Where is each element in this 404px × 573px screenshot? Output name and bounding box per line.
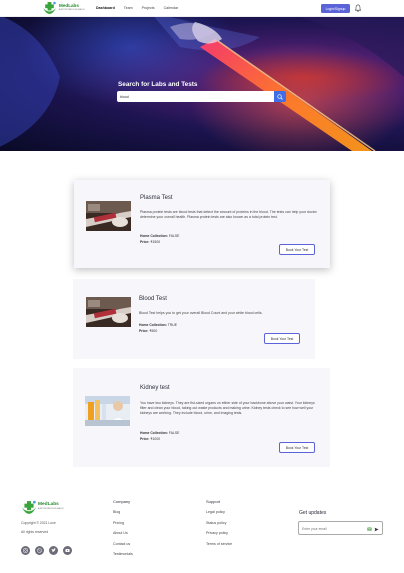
price: Price: ₹1500 <box>140 240 160 244</box>
footer-link-testimonials[interactable]: Testimonials <box>113 552 133 556</box>
home-collection-value: FALSE <box>168 234 180 238</box>
support-heading: Support <box>206 499 221 504</box>
price-value: ₹1500 <box>150 240 161 244</box>
book-test-button[interactable]: Book Your Test <box>264 333 300 344</box>
send-icon <box>374 527 379 531</box>
subscribe-button[interactable] <box>367 525 379 533</box>
footer-link-terms-of-service[interactable]: Terms of service <box>206 542 232 546</box>
card-description: You have two kidneys. They are fist-size… <box>140 401 315 416</box>
price: Price: ₹1000 <box>140 437 160 441</box>
home-collection-label: Home Collection: <box>140 431 168 435</box>
book-test-button[interactable]: Book Your Test <box>279 442 315 453</box>
home-collection: Home Collection: FALSE <box>140 234 179 238</box>
test-card-plasma: Plasma Test Plasma protein tests are blo… <box>74 180 330 268</box>
footer-link-privacy-policy[interactable]: Privacy policy <box>206 531 228 535</box>
nav-link-projects[interactable]: Projects <box>142 6 155 10</box>
search-button[interactable] <box>274 91 286 102</box>
home-collection: Home Collection: TRUE <box>139 323 177 327</box>
price-value: ₹1000 <box>150 437 161 441</box>
hero-banner: Search for Labs and Tests <box>0 17 404 151</box>
plasma-test-image <box>86 201 131 231</box>
hero-title: Search for Labs and Tests <box>118 81 198 88</box>
test-card-kidney: Kidney test You have two kidneys. They a… <box>73 368 330 467</box>
footer-brand-name: MedLabs <box>38 502 59 507</box>
price-label: Price: <box>139 329 149 333</box>
price-value: ₹500 <box>149 329 158 333</box>
nav-links: Dashboard Team Projects Calendar <box>96 6 178 10</box>
youtube-icon[interactable] <box>63 546 72 555</box>
home-collection-label: Home Collection: <box>139 323 167 327</box>
footer-link-legal-policy[interactable]: Legal policy <box>206 510 225 514</box>
home-collection-value: FALSE <box>168 431 180 435</box>
brand-tagline: A BETTER PATH FOR HEALTH <box>59 9 85 11</box>
hero-lab-tube-image <box>0 17 404 151</box>
dribbble-icon[interactable] <box>35 546 44 555</box>
card-title: Blood Test <box>139 296 167 302</box>
price-label: Price: <box>140 437 150 441</box>
social-links <box>21 546 72 555</box>
card-title: Plasma Test <box>140 195 173 201</box>
footer-brand-logo[interactable]: MedLabs A BETTER PATH FOR HEALTH <box>21 500 64 516</box>
footer-link-status-policy[interactable]: Status policy <box>206 521 226 525</box>
kidney-test-image <box>85 396 130 426</box>
newsletter-form <box>298 521 383 535</box>
search-input[interactable] <box>117 91 274 102</box>
card-description: Blood Test helps you to get your overall… <box>139 311 263 315</box>
footer-link-pricing[interactable]: Pricing <box>113 521 124 525</box>
footer-link-about-us[interactable]: About Us <box>113 531 128 535</box>
book-test-button[interactable]: Book Your Test <box>279 244 315 255</box>
rights-text: All rights reserved <box>21 530 49 534</box>
home-collection-label: Home Collection: <box>140 234 168 238</box>
brand-name: MedLabs <box>59 3 79 8</box>
email-icon <box>367 527 372 531</box>
bell-icon[interactable] <box>355 4 361 12</box>
search-icon <box>277 93 283 100</box>
price: Price: ₹500 <box>139 329 157 333</box>
twitter-icon[interactable] <box>49 546 58 555</box>
nav-link-team[interactable]: Team <box>124 6 133 10</box>
medical-cross-logo-icon <box>43 1 56 14</box>
nav-link-calendar[interactable]: Calendar <box>164 6 179 10</box>
footer-link-contact-us[interactable]: Contact us <box>113 542 130 546</box>
home-collection: Home Collection: FALSE <box>140 431 179 435</box>
navbar: MedLabs A BETTER PATH FOR HEALTH Dashboa… <box>0 0 404 17</box>
blood-test-image <box>86 297 131 327</box>
brand-logo[interactable]: MedLabs A BETTER PATH FOR HEALTH <box>42 1 86 15</box>
copyright-text: Copyright © 2021 Love <box>21 521 56 525</box>
footer-link-blog[interactable]: Blog <box>113 510 120 514</box>
nav-link-dashboard[interactable]: Dashboard <box>96 6 115 10</box>
home-collection-value: TRUE <box>167 323 178 327</box>
get-updates-heading: Get updates <box>299 510 327 516</box>
instagram-icon[interactable] <box>21 546 30 555</box>
login-signup-button[interactable]: Login/Signup <box>321 4 350 13</box>
footer-brand-tagline: A BETTER PATH FOR HEALTH <box>38 508 64 510</box>
test-card-blood: Blood Test Blood Test helps you to get y… <box>73 279 315 359</box>
card-title: Kidney test <box>140 385 170 391</box>
email-input[interactable] <box>302 525 362 533</box>
price-label: Price: <box>140 240 150 244</box>
medical-cross-logo-icon <box>22 500 36 514</box>
card-description: Plasma protein tests are blood tests tha… <box>140 210 317 220</box>
company-heading: Company <box>113 499 131 504</box>
